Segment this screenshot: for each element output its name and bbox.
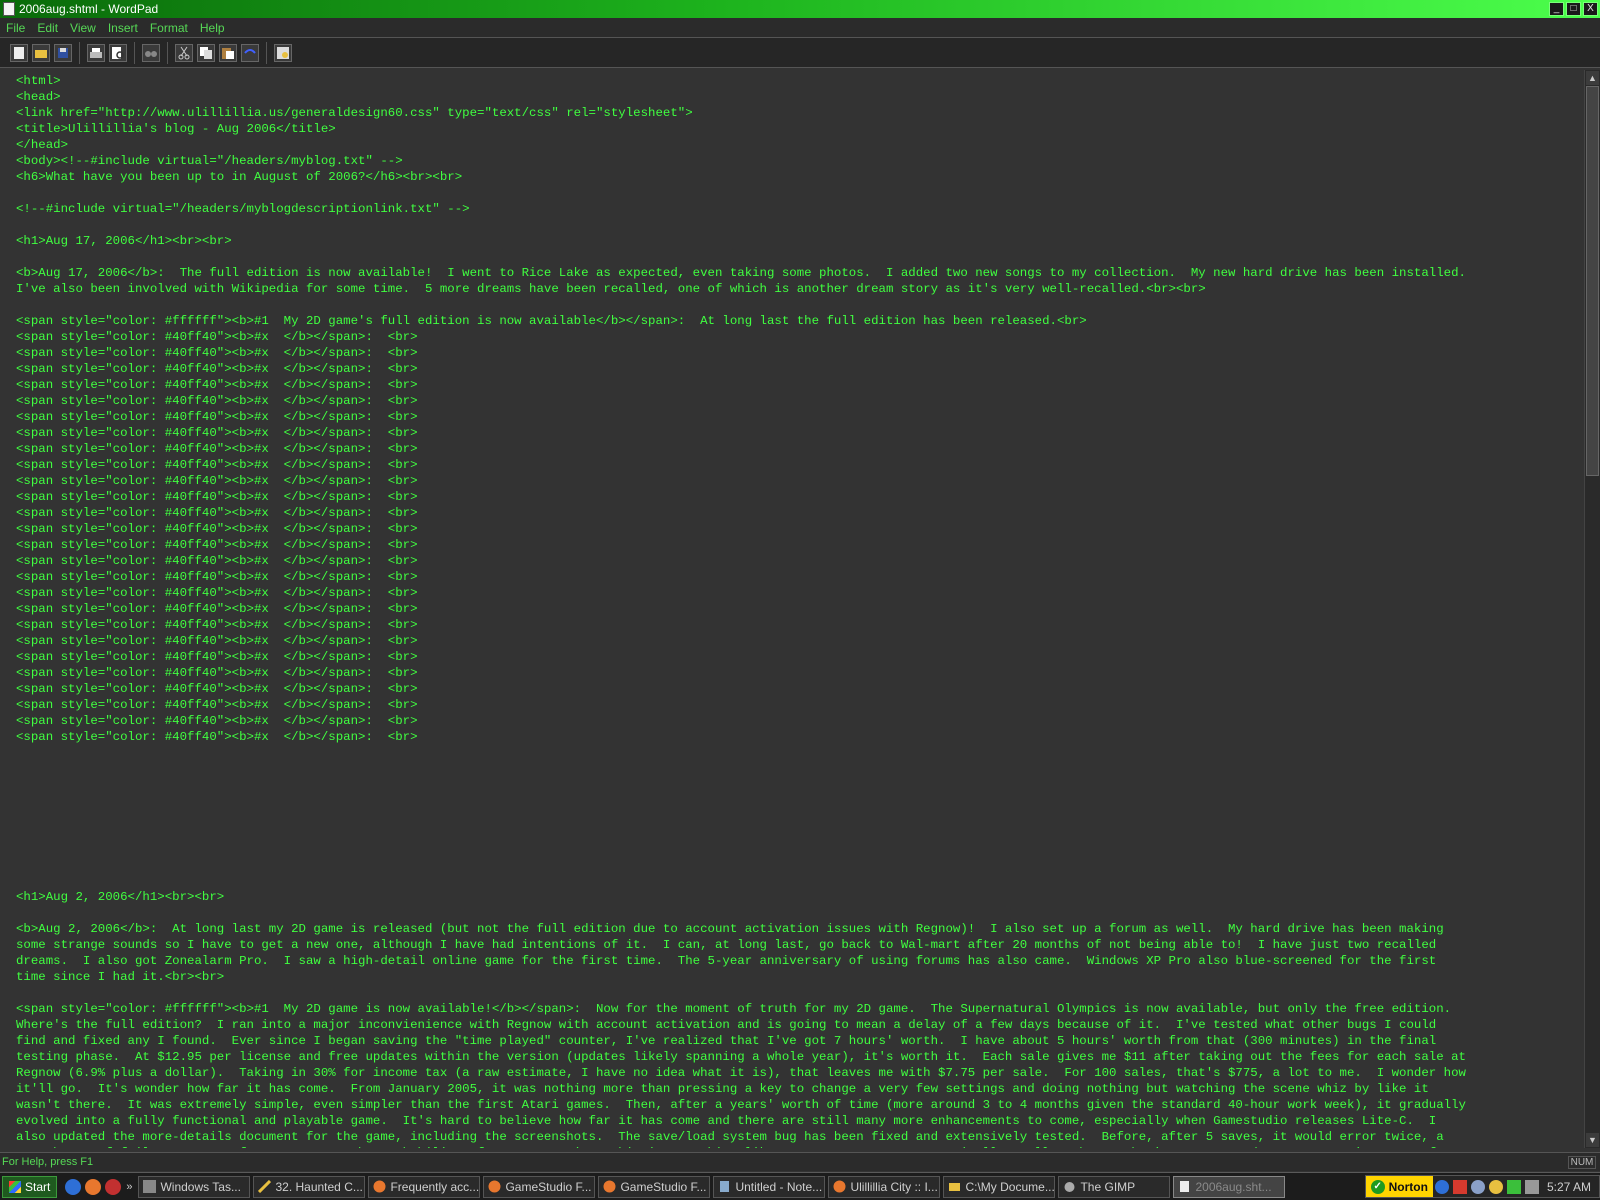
ie-icon[interactable] <box>65 1178 82 1195</box>
task-button[interactable]: GameStudio F... <box>483 1175 596 1198</box>
menu-edit[interactable]: Edit <box>37 21 58 35</box>
scroll-down-arrow-icon[interactable]: ▼ <box>1586 1133 1599 1147</box>
app-icon <box>258 1180 272 1193</box>
toolbar-separator <box>167 41 168 64</box>
quicklaunch-expand-icon[interactable]: » <box>126 1181 132 1193</box>
print-icon[interactable] <box>87 43 105 62</box>
task-label: Untitled - Note... <box>735 1179 823 1194</box>
document-text[interactable]: <html> <head> <link href="http://www.uli… <box>0 70 1584 1148</box>
task-button-active[interactable]: 2006aug.sht... <box>1173 1175 1286 1198</box>
maximize-button[interactable]: □ <box>1566 2 1581 16</box>
menu-view[interactable]: View <box>70 21 96 35</box>
menu-format[interactable]: Format <box>150 21 188 35</box>
task-label: GameStudio F... <box>620 1179 707 1194</box>
media-icon[interactable] <box>105 1178 122 1195</box>
task-button[interactable]: C:\My Docume... <box>943 1175 1056 1198</box>
scrollbar-thumb[interactable] <box>1586 86 1599 476</box>
taskbar: Start » Windows Tas... 32. Haunted C... … <box>0 1172 1600 1200</box>
folder-icon <box>949 1183 961 1191</box>
norton-button[interactable]: ✓ Norton <box>1365 1176 1433 1197</box>
checkmark-icon: ✓ <box>1370 1179 1385 1194</box>
toolbar-separator <box>134 41 135 64</box>
title-bar[interactable]: 2006aug.shtml - WordPad _ □ X <box>0 0 1600 18</box>
firefox-icon[interactable] <box>85 1178 102 1195</box>
toolbar <box>0 38 1600 68</box>
task-button[interactable]: 32. Haunted C... <box>253 1175 366 1198</box>
task-label: 2006aug.sht... <box>1195 1179 1272 1194</box>
task-label: Ulillillia City :: I... <box>850 1179 938 1194</box>
menu-bar: File Edit View Insert Format Help <box>0 18 1600 38</box>
firefox-icon <box>373 1180 386 1193</box>
gimp-icon <box>1064 1182 1075 1192</box>
vertical-scrollbar[interactable]: ▲ ▼ <box>1584 70 1600 1148</box>
find-icon[interactable] <box>142 43 160 62</box>
network-icon[interactable] <box>1434 1179 1449 1194</box>
toolbar-separator <box>79 41 80 64</box>
antivirus-icon[interactable] <box>1470 1179 1485 1194</box>
task-button[interactable]: Untitled - Note... <box>713 1175 826 1198</box>
clock[interactable]: 5:27 AM <box>1547 1180 1591 1194</box>
task-button[interactable]: Frequently acc... <box>368 1175 481 1198</box>
status-help-text: For Help, press F1 <box>2 1156 94 1168</box>
menu-insert[interactable]: Insert <box>108 21 138 35</box>
num-lock-indicator: NUM <box>1568 1155 1596 1169</box>
norton-label: Norton <box>1388 1179 1428 1194</box>
task-button[interactable]: Windows Tas... <box>138 1175 251 1198</box>
menu-help[interactable]: Help <box>200 21 225 35</box>
save-icon[interactable] <box>54 43 72 62</box>
task-label: GameStudio F... <box>505 1179 592 1194</box>
task-button[interactable]: GameStudio F... <box>598 1175 711 1198</box>
cut-icon[interactable] <box>175 43 193 62</box>
scroll-up-arrow-icon[interactable]: ▲ <box>1586 71 1599 85</box>
firefox-icon <box>833 1180 846 1193</box>
firefox-icon <box>603 1180 616 1193</box>
copy-icon[interactable] <box>197 43 215 62</box>
new-icon[interactable] <box>10 43 28 62</box>
volume-icon[interactable] <box>1524 1179 1539 1194</box>
close-button[interactable]: X <box>1583 2 1598 16</box>
menu-file[interactable]: File <box>6 21 25 35</box>
windows-logo-icon <box>9 1180 21 1193</box>
firefox-icon <box>488 1180 501 1193</box>
start-button[interactable]: Start <box>2 1175 58 1198</box>
status-bar: For Help, press F1 NUM <box>0 1152 1600 1171</box>
system-tray: ✓ Norton 5:27 AM <box>1364 1175 1600 1198</box>
wordpad-icon <box>1180 1181 1190 1192</box>
wordpad-icon[interactable] <box>3 2 15 16</box>
task-label: Frequently acc... <box>390 1179 480 1194</box>
task-label: C:\My Docume... <box>965 1179 1055 1194</box>
open-icon[interactable] <box>32 43 50 62</box>
start-label: Start <box>25 1179 51 1194</box>
zonealarm-icon[interactable] <box>1452 1179 1467 1194</box>
paste-icon[interactable] <box>219 43 237 62</box>
undo-icon[interactable] <box>241 43 259 62</box>
document-editor[interactable]: <html> <head> <link href="http://www.uli… <box>0 70 1584 1148</box>
print-preview-icon[interactable] <box>109 43 127 62</box>
task-label: Windows Tas... <box>160 1179 241 1194</box>
minimize-button[interactable]: _ <box>1549 2 1564 16</box>
task-manager-icon <box>143 1180 157 1193</box>
tray-status-icon[interactable] <box>1506 1179 1521 1194</box>
task-button[interactable]: Ulillillia City :: I... <box>828 1175 941 1198</box>
task-button[interactable]: The GIMP <box>1058 1175 1171 1198</box>
notepad-icon <box>720 1181 730 1192</box>
window-title: 2006aug.shtml - WordPad <box>19 2 159 16</box>
task-label: 32. Haunted C... <box>275 1179 363 1194</box>
date-time-icon[interactable] <box>274 43 292 62</box>
task-label: The GIMP <box>1080 1179 1136 1194</box>
tray-app-icon[interactable] <box>1488 1179 1503 1194</box>
toolbar-separator <box>266 41 267 64</box>
